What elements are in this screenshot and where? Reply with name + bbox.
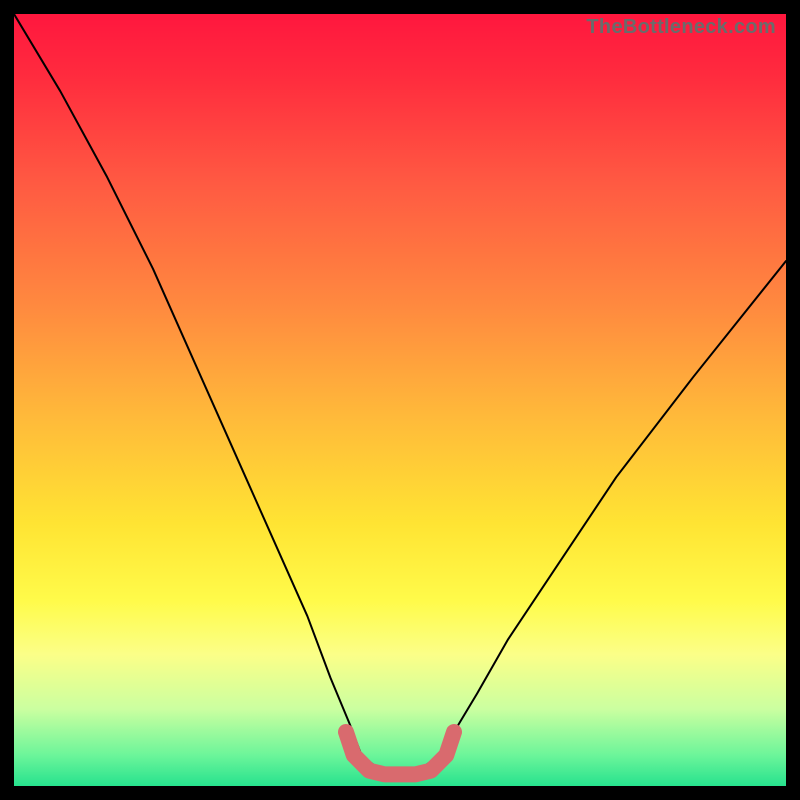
chart-frame: TheBottleneck.com bbox=[14, 14, 786, 786]
bottleneck-curve bbox=[14, 14, 786, 771]
bottleneck-plot bbox=[14, 14, 786, 786]
sweet-spot-band bbox=[346, 732, 454, 774]
watermark-text: TheBottleneck.com bbox=[586, 16, 776, 39]
